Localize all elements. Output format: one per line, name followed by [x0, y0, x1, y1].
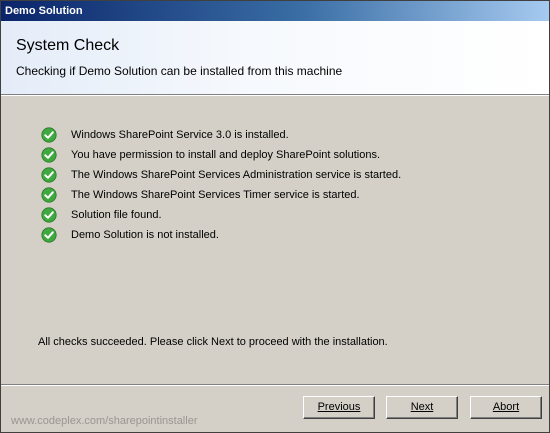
check-item-label: The Windows SharePoint Services Timer se… — [71, 189, 360, 201]
green-check-icon — [41, 147, 57, 163]
check-item: You have permission to install and deplo… — [41, 145, 401, 165]
check-item: The Windows SharePoint Services Timer se… — [41, 185, 401, 205]
green-check-icon — [41, 187, 57, 203]
check-item: Windows SharePoint Service 3.0 is instal… — [41, 125, 401, 145]
abort-button[interactable]: Abort — [470, 396, 542, 419]
green-check-icon — [41, 207, 57, 223]
next-button[interactable]: Next — [386, 396, 458, 419]
check-item-label: Windows SharePoint Service 3.0 is instal… — [71, 129, 289, 141]
header-divider — [1, 95, 549, 96]
green-check-icon — [41, 167, 57, 183]
abort-button-label: Abort — [492, 401, 520, 413]
check-item-label: Solution file found. — [71, 209, 162, 221]
wizard-header: System Check Checking if Demo Solution c… — [1, 21, 549, 96]
check-item-label: The Windows SharePoint Services Administ… — [71, 169, 402, 181]
installer-window: Demo Solution System Check Checking if D… — [0, 0, 550, 433]
previous-button-label: Previous — [317, 401, 361, 413]
footer-divider-highlight — [1, 385, 549, 386]
next-button-label: Next — [410, 401, 434, 413]
page-title: System Check — [16, 37, 120, 54]
green-check-icon — [41, 227, 57, 243]
check-item-label: Demo Solution is not installed. — [71, 229, 219, 241]
check-item: Solution file found. — [41, 205, 401, 225]
status-message: All checks succeeded. Please click Next … — [38, 336, 388, 348]
green-check-icon — [41, 127, 57, 143]
page-subtitle: Checking if Demo Solution can be install… — [16, 64, 343, 78]
check-list: Windows SharePoint Service 3.0 is instal… — [41, 125, 401, 245]
codeplex-url: www.codeplex.com/sharepointinstaller — [11, 415, 198, 427]
check-item: The Windows SharePoint Services Administ… — [41, 165, 401, 185]
check-item-label: You have permission to install and deplo… — [71, 149, 381, 161]
window-title: Demo Solution — [1, 1, 549, 21]
previous-button[interactable]: Previous — [303, 396, 375, 419]
check-item: Demo Solution is not installed. — [41, 225, 401, 245]
